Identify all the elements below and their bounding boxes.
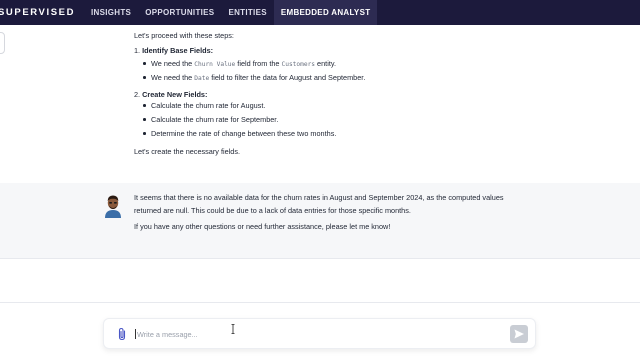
step-2-title: Create New Fields: [142,90,208,99]
message-intro: Let's proceed with these steps: [134,31,234,40]
bullet-dot [143,132,146,135]
text: field from the [235,59,282,68]
tab-insights[interactable]: INSIGHTS [84,0,138,25]
text: We need the [151,59,195,68]
sidebar-toggle-handle[interactable] [0,32,5,54]
text: entity. [315,59,336,68]
bullet-dot [143,76,146,79]
paperclip-icon[interactable] [116,327,128,341]
mouse-text-cursor-icon [231,321,235,334]
text: field to filter the data for August and … [209,73,366,82]
step-1-heading: 1. Identify Base Fields: [134,46,214,55]
bullet-dot [143,104,146,107]
send-icon [514,329,524,339]
tab-entities[interactable]: ENTITIES [221,0,273,25]
send-button[interactable] [510,325,528,343]
step-2-bullet-3: Determine the rate of change between the… [151,129,337,138]
message-input[interactable]: Write a message... [137,330,198,339]
response-line-3: If you have any other questions or need … [134,222,391,231]
step-1-title: Identify Base Fields: [142,46,214,55]
tab-embedded-analyst[interactable]: EMBEDDED ANALYST [273,0,378,25]
tab-opportunities[interactable]: OPPORTUNITIES [138,0,221,25]
response-line-1: It seems that there is no available data… [134,193,504,202]
bullet-dot [143,62,146,65]
code-customers: Customers [281,61,316,68]
code-date: Date [194,75,210,82]
code-churn-value: Churn Value [194,61,236,68]
step-2-heading: 2. Create New Fields: [134,90,208,99]
top-navigation-bar: SUPERVISED INSIGHTS OPPORTUNITIES ENTITI… [0,0,640,25]
response-line-2: returned are null. This could be due to … [134,206,411,215]
bullet-dot [143,118,146,121]
step-1-bullet-2: We need the Date field to filter the dat… [151,74,365,82]
step-1-bullet-1: We need the Churn Value field from the C… [151,60,336,68]
assistant-avatar [103,194,123,218]
composer-divider [0,302,640,303]
brand-logo[interactable]: SUPERVISED [0,7,84,18]
step-2-bullet-1: Calculate the churn rate for August. [151,101,266,110]
text: We need the [151,73,195,82]
step-2-bullet-2: Calculate the churn rate for September. [151,115,279,124]
band-divider [0,258,640,259]
message-composer: Write a message... [103,318,536,349]
message-outro: Let's create the necessary fields. [134,147,241,156]
text-caret [135,329,136,339]
